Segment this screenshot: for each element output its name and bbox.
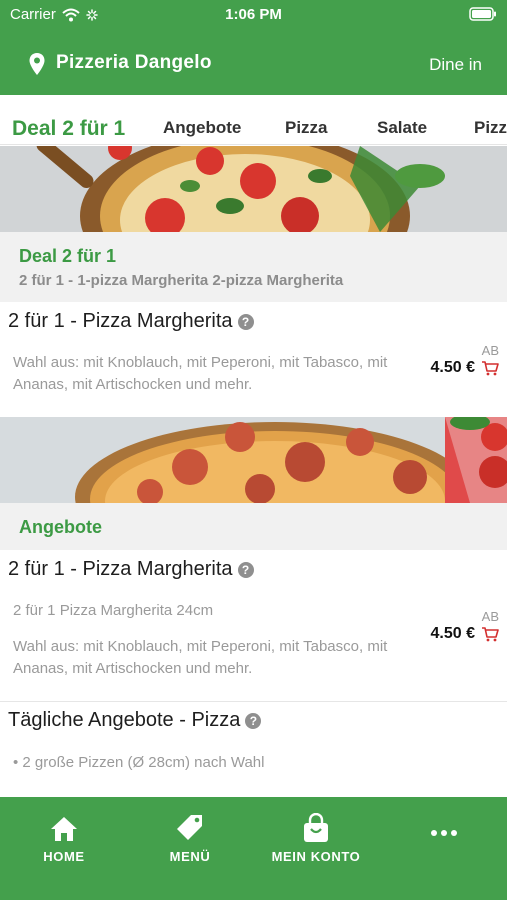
info-icon[interactable]: ? (245, 712, 262, 729)
section-subtitle: 2 für 1 - 1-pizza Margherita 2-pizza Mar… (19, 272, 344, 289)
app-header: Pizzeria Dangelo Dine in (0, 44, 507, 84)
price-value: 4.50 € (430, 359, 475, 376)
menu-item[interactable]: 2 für 1 - Pizza Margherita ? 2 für 1 Piz… (0, 550, 507, 700)
deal-banner-image (0, 146, 507, 232)
info-icon[interactable]: ? (237, 561, 254, 578)
tab-pizza[interactable]: Pizza (285, 118, 328, 138)
info-icon[interactable]: ? (237, 313, 254, 330)
nav-home-label: HOME (43, 849, 85, 864)
menu-item[interactable]: Tägliche Angebote - Pizza ? • 2 große Pi… (0, 702, 507, 797)
battery-icon (469, 7, 496, 21)
tab-pizza-truncated[interactable]: Pizz (474, 118, 507, 138)
status-time: 1:06 PM (225, 6, 282, 23)
nav-account-label: MEIN KONTO (271, 849, 361, 864)
tab-angebote[interactable]: Angebote (163, 118, 241, 138)
home-icon (51, 817, 77, 841)
price-prefix: AB (481, 609, 499, 624)
menu-item-name: Tägliche Angebote - Pizza ? (8, 709, 262, 732)
nav-menu-label: MENÜ (169, 849, 211, 864)
price-button[interactable]: 4.50 € (431, 625, 499, 643)
nav-menu[interactable]: MENÜ (130, 811, 250, 864)
shopping-bag-icon (304, 813, 328, 842)
category-tab-bar[interactable]: Deal 2 für 1 Angebote Pizza Salate Pizz (0, 103, 507, 145)
menu-item[interactable]: 2 für 1 - Pizza Margherita ? Wahl aus: m… (0, 302, 507, 416)
tab-salate[interactable]: Salate (377, 118, 427, 138)
app-top-bar: Carrier 1:06 PM Pizzeria Dangelo Dine in (0, 0, 507, 95)
nav-more[interactable] (384, 811, 504, 849)
section-header-angebote: Angebote (0, 503, 507, 550)
location-pin-icon[interactable] (28, 52, 46, 76)
menu-item-title: 2 für 1 - Pizza Margherita (8, 558, 233, 580)
menu-item-name: 2 für 1 - Pizza Margherita ? (8, 310, 254, 333)
menu-item-title: Tägliche Angebote - Pizza (8, 709, 241, 731)
menu-item-description: Wahl aus: mit Knoblauch, mit Peperoni, m… (13, 638, 388, 677)
price-value: 4.50 € (430, 625, 475, 642)
bottom-nav: HOME MENÜ MEIN KONTO (0, 797, 507, 900)
angebote-banner-image (0, 417, 507, 503)
nav-account[interactable]: MEIN KONTO (256, 811, 376, 864)
section-title: Angebote (19, 517, 102, 537)
more-dots-icon (431, 830, 457, 836)
section-header-deal: Deal 2 für 1 2 für 1 - 1-pizza Margherit… (0, 232, 507, 302)
price-button[interactable]: 4.50 € (431, 359, 499, 377)
cart-icon[interactable] (481, 626, 499, 642)
status-bar: Carrier 1:06 PM (0, 0, 507, 28)
price-prefix: AB (481, 343, 499, 358)
cart-icon[interactable] (481, 360, 499, 376)
menu-item-bullet: • 2 große Pizzen (Ø 28cm) nach Wahl (13, 754, 265, 771)
menu-item-description: Wahl aus: mit Knoblauch, mit Peperoni, m… (13, 354, 388, 393)
tag-icon (177, 815, 202, 840)
tab-deal-2-fuer-1[interactable]: Deal 2 für 1 (12, 117, 125, 141)
section-title: Deal 2 für 1 (19, 246, 117, 266)
restaurant-name[interactable]: Pizzeria Dangelo (56, 52, 212, 74)
dine-mode-button[interactable]: Dine in (429, 55, 482, 75)
nav-home[interactable]: HOME (4, 811, 124, 864)
menu-item-name: 2 für 1 - Pizza Margherita ? (8, 558, 254, 581)
menu-item-size-note: 2 für 1 Pizza Margherita 24cm (13, 602, 214, 619)
menu-item-title: 2 für 1 - Pizza Margherita (8, 310, 233, 332)
